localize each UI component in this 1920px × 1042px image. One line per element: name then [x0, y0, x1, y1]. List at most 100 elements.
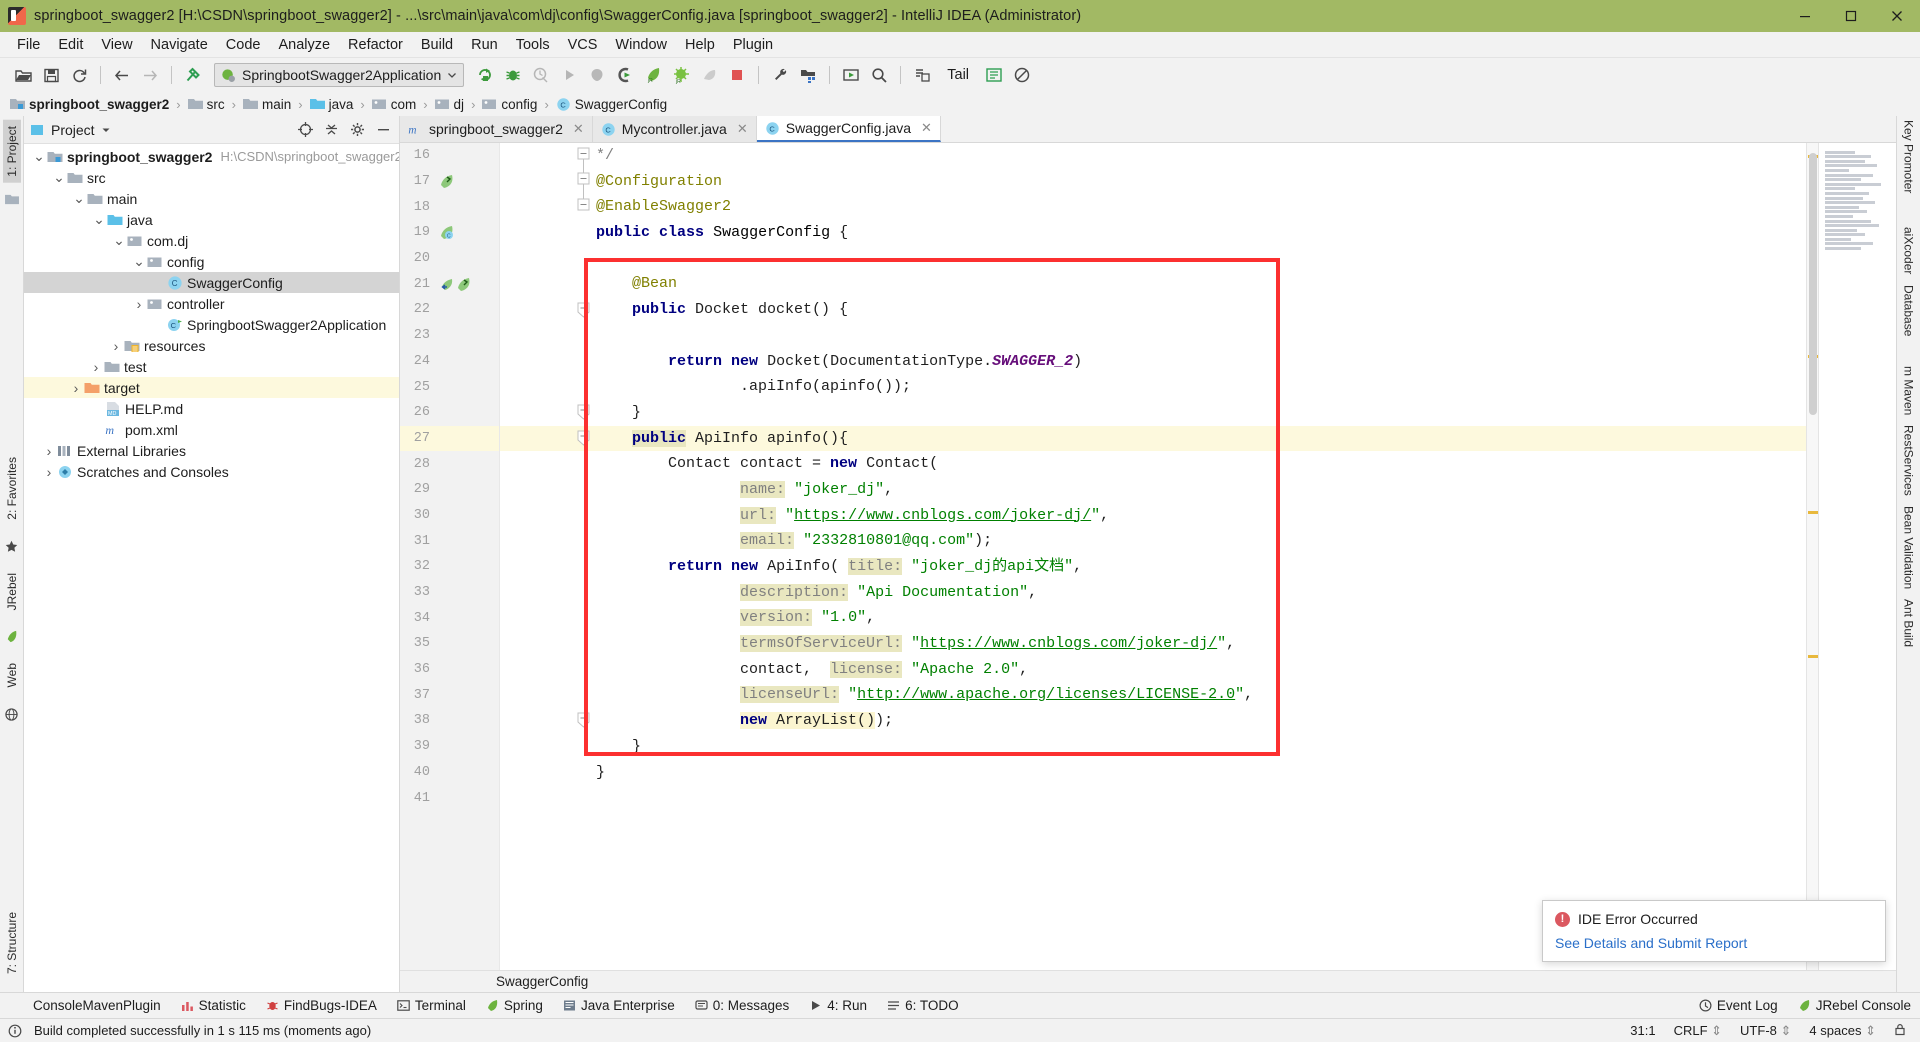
spring-bean-icon[interactable]: C — [438, 224, 455, 241]
lock-icon[interactable] — [1888, 1023, 1912, 1039]
debug-icon[interactable] — [500, 62, 526, 88]
tree-row-main[interactable]: ⌄ main — [24, 188, 399, 209]
editor-tab-swaggerconfig[interactable]: C SwaggerConfig.java ✕ — [756, 116, 941, 142]
toolwindow-terminal[interactable]: Terminal — [388, 996, 475, 1015]
editor-tab-maven[interactable]: m springboot_swagger2 ✕ — [400, 116, 593, 142]
toolwindow-consolemavenplugin[interactable]: ConsoleMavenPlugin — [24, 996, 170, 1015]
tree-row-scratches-consoles[interactable]: › Scratches and Consoles — [24, 461, 399, 482]
chevron-down-icon[interactable]: ⌄ — [112, 232, 126, 248]
target-icon[interactable] — [295, 120, 315, 140]
chevron-down-icon[interactable]: ⌄ — [72, 190, 86, 206]
close-icon[interactable]: ✕ — [737, 121, 748, 137]
rail-tab-web[interactable]: Web — [3, 657, 21, 693]
build-hammer-icon[interactable] — [180, 62, 206, 88]
run-anything-icon[interactable] — [838, 62, 864, 88]
chevron-down-icon[interactable]: ⌄ — [132, 253, 146, 269]
menu-plugin[interactable]: Plugin — [724, 34, 782, 56]
tree-row-package-controller[interactable]: › controller — [24, 293, 399, 314]
menu-navigate[interactable]: Navigate — [142, 34, 217, 56]
save-icon[interactable] — [38, 62, 64, 88]
toolwindow-spring[interactable]: Spring — [477, 996, 552, 1015]
chevron-down-icon[interactable] — [101, 125, 111, 135]
tree-row-external-libraries[interactable]: › External Libraries — [24, 440, 399, 461]
maximize-button[interactable] — [1828, 0, 1874, 32]
jrebel-debug-icon[interactable]: jR — [668, 62, 694, 88]
run-with-coverage-icon[interactable] — [528, 62, 554, 88]
tree-row-package-config[interactable]: ⌄ config — [24, 251, 399, 272]
toolwindow-jrebel-console[interactable]: JRebel Console — [1789, 996, 1920, 1015]
tree-row-pom-xml[interactable]: m pom.xml — [24, 419, 399, 440]
back-arrow-icon[interactable] — [109, 62, 135, 88]
sync-icon[interactable] — [66, 62, 92, 88]
breadcrumb-item-main[interactable]: main — [242, 97, 291, 112]
toolwindow-run[interactable]: 4: Run — [800, 996, 876, 1015]
menu-vcs[interactable]: VCS — [559, 34, 607, 56]
menu-run[interactable]: Run — [462, 34, 507, 56]
breadcrumb-item-dj[interactable]: dj — [434, 97, 464, 112]
breadcrumb-item-java[interactable]: java — [309, 97, 353, 112]
search-everywhere-icon[interactable] — [866, 62, 892, 88]
profile-icon[interactable] — [696, 62, 722, 88]
breadcrumb-item-com[interactable]: com — [371, 97, 416, 112]
tree-row-swaggerconfig[interactable]: C SwaggerConfig — [24, 272, 399, 293]
chevron-down-icon[interactable]: ⌄ — [52, 169, 66, 185]
collapse-all-icon[interactable] — [321, 120, 341, 140]
breadcrumb-item-src[interactable]: src — [187, 97, 225, 112]
breadcrumb-item-module[interactable]: springboot_swagger2 — [10, 97, 169, 112]
open-folder-icon[interactable] — [10, 62, 36, 88]
toolwindow-statistic[interactable]: Statistic — [172, 996, 255, 1015]
tree-row-resources[interactable]: › resources — [24, 335, 399, 356]
rail-tab-ant-build[interactable]: Ant Build — [1902, 599, 1916, 647]
rail-tab-database[interactable]: Database — [1902, 285, 1916, 336]
attach-profiler-icon[interactable] — [584, 62, 610, 88]
rail-tab-key-promoter[interactable]: Key Promoter — [1902, 120, 1916, 193]
debug-app-icon[interactable] — [612, 62, 638, 88]
chevron-right-icon[interactable]: › — [89, 359, 103, 375]
close-button[interactable] — [1874, 0, 1920, 32]
menu-tools[interactable]: Tools — [507, 34, 559, 56]
toolwindow-java-enterprise[interactable]: Java Enterprise — [554, 996, 684, 1015]
chevron-right-icon[interactable]: › — [42, 464, 56, 480]
rail-tab-jrebel[interactable]: JRebel — [3, 567, 21, 616]
ide-error-notification[interactable]: ! IDE Error Occurred See Details and Sub… — [1542, 900, 1886, 962]
rail-tab-bean-validation[interactable]: Bean Validation — [1902, 506, 1916, 589]
jrebel-run-icon[interactable]: jR — [640, 62, 666, 88]
rail-tab-favorites[interactable]: 2: Favorites — [3, 451, 21, 526]
close-icon[interactable]: ✕ — [573, 121, 584, 137]
scrollbar-thumb[interactable] — [1809, 153, 1817, 415]
tree-row-test[interactable]: › test — [24, 356, 399, 377]
menu-file[interactable]: File — [8, 34, 49, 56]
minimize-button[interactable] — [1782, 0, 1828, 32]
settings-gear-icon[interactable] — [347, 120, 367, 140]
stop-icon[interactable] — [724, 62, 750, 88]
menu-analyze[interactable]: Analyze — [269, 34, 339, 56]
tail-label[interactable]: Tail — [947, 67, 969, 83]
tree-row-help-md[interactable]: MD HELP.md — [24, 398, 399, 419]
toggle-bookmark-icon[interactable] — [981, 62, 1007, 88]
editor-scrollbar[interactable] — [1806, 143, 1818, 970]
rail-tab-structure[interactable]: 7: Structure — [3, 906, 21, 980]
rail-tab-project[interactable]: 1: Project — [2, 120, 21, 183]
project-tree[interactable]: ⌄ springboot_swagger2 H:\CSDN\springboot… — [24, 144, 399, 992]
menu-edit[interactable]: Edit — [49, 34, 92, 56]
menu-code[interactable]: Code — [217, 34, 270, 56]
project-structure-icon[interactable] — [795, 62, 821, 88]
notification-link[interactable]: See Details and Submit Report — [1555, 935, 1747, 951]
toolwindow-todo[interactable]: 6: TODO — [878, 996, 968, 1015]
toolwindow-messages[interactable]: 0: Messages — [686, 996, 799, 1015]
run-configuration-selector[interactable]: SpringbootSwagger2Application — [214, 63, 465, 87]
hide-icon[interactable] — [373, 120, 393, 140]
rail-tab-maven[interactable]: m Maven — [1902, 366, 1916, 415]
tree-row-src[interactable]: ⌄ src — [24, 167, 399, 188]
tree-row-module[interactable]: ⌄ springboot_swagger2 H:\CSDN\springboot… — [24, 146, 399, 167]
menu-window[interactable]: Window — [606, 34, 676, 56]
rail-tab-aixcoder[interactable]: aiXcoder — [1902, 227, 1916, 274]
update-icon[interactable] — [909, 62, 935, 88]
warning-marker[interactable] — [1808, 511, 1818, 514]
tree-row-package-comdj[interactable]: ⌄ com.dj — [24, 230, 399, 251]
breadcrumb-item-class[interactable]: C SwaggerConfig — [556, 97, 667, 112]
menu-help[interactable]: Help — [676, 34, 724, 56]
tree-row-target[interactable]: › target — [24, 377, 399, 398]
settings-wrench-icon[interactable] — [767, 62, 793, 88]
editor-tab-mycontroller[interactable]: C Mycontroller.java ✕ — [592, 116, 757, 142]
